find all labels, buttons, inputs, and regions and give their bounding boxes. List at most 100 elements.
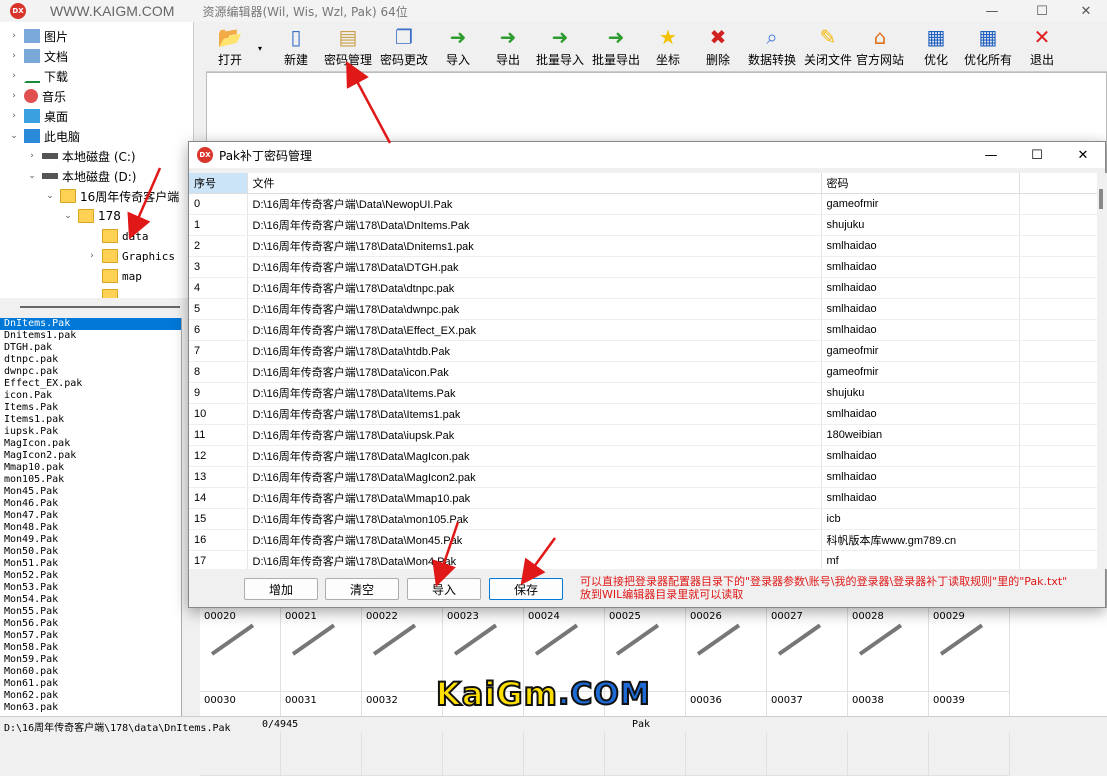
file-list-item[interactable]: Mon47.Pak xyxy=(0,510,181,522)
cell-index[interactable]: 15 xyxy=(189,508,248,530)
table-row[interactable]: 14 D:\16周年传奇客户端\178\Data\Mmap10.pak smlhai… xyxy=(189,487,1097,509)
toolbar-button-5[interactable]: ➜ 导出 xyxy=(496,25,520,70)
cell-file[interactable]: D:\16周年传奇客户端\178\Data\mon105.Pak xyxy=(247,508,822,530)
file-list-item[interactable]: Mon51.Pak xyxy=(0,558,181,570)
table-row[interactable]: 17 D:\16周年传奇客户端\178\Data\Mon4.Pak mf xyxy=(189,550,1097,569)
image-cell[interactable]: 00028 xyxy=(848,608,929,692)
expand-arrow-icon[interactable]: › xyxy=(8,71,20,81)
cell-password[interactable]: gameofmir xyxy=(821,340,1020,362)
table-row[interactable]: 9 D:\16周年传奇客户端\178\Data\Items.Pak shujuku xyxy=(189,382,1097,404)
tree-item-7[interactable]: ⌄ 本地磁盘 (D:) xyxy=(26,166,136,186)
cell-index[interactable]: 5 xyxy=(189,298,248,320)
expand-arrow-icon[interactable]: ⌄ xyxy=(8,131,20,141)
tree-item-5[interactable]: ⌄ 此电脑 xyxy=(8,126,80,146)
image-cell[interactable]: 00020 xyxy=(200,608,281,692)
expand-arrow-icon[interactable]: › xyxy=(86,251,98,261)
cell-password[interactable]: shujuku xyxy=(821,214,1020,236)
toolbar-button-8[interactable]: ★ 坐标 xyxy=(656,25,680,70)
table-row[interactable]: 3 D:\16周年传奇客户端\178\Data\DTGH.pak smlhaidao xyxy=(189,256,1097,278)
cell-password[interactable]: smlhaidao xyxy=(821,403,1020,425)
expand-arrow-icon[interactable]: › xyxy=(8,51,20,61)
table-row[interactable]: 0 D:\16周年传奇客户端\Data\NewopUI.Pak gameofmir xyxy=(189,193,1097,215)
cell-index[interactable]: 3 xyxy=(189,256,248,278)
toolbar-button-13[interactable]: ▦ 优化 xyxy=(924,25,948,70)
cell-password[interactable]: smlhaidao xyxy=(821,487,1020,509)
toolbar-button-3[interactable]: ❐ 密码更改 xyxy=(380,25,428,70)
image-cell[interactable]: 00031 xyxy=(281,692,362,776)
add-button[interactable]: 增加 xyxy=(244,578,318,600)
dialog-close-button[interactable]: ✕ xyxy=(1061,142,1105,168)
tree-item-9[interactable]: ⌄ 178 xyxy=(62,206,121,226)
toolbar-button-12[interactable]: ⌂ 官方网站 xyxy=(856,25,904,70)
cell-password[interactable]: smlhaidao xyxy=(821,298,1020,320)
cell-password[interactable]: smlhaidao xyxy=(821,256,1020,278)
table-row[interactable]: 1 D:\16周年传奇客户端\178\Data\DnItems.Pak shujuk… xyxy=(189,214,1097,236)
file-list-item[interactable]: Mon56.Pak xyxy=(0,618,181,630)
tree-item-4[interactable]: › 桌面 xyxy=(8,106,68,126)
table-row[interactable]: 16 D:\16周年传奇客户端\178\Data\Mon45.Pak 科帆版本库ww… xyxy=(189,529,1097,551)
tree-item-6[interactable]: › 本地磁盘 (C:) xyxy=(26,146,135,166)
table-row[interactable]: 10 D:\16周年传奇客户端\178\Data\Items1.pak smlhai… xyxy=(189,403,1097,425)
file-list-item[interactable]: Mon49.Pak xyxy=(0,534,181,546)
file-list-item[interactable]: DnItems.Pak xyxy=(0,318,181,330)
cell-file[interactable]: D:\16周年传奇客户端\Data\NewopUI.Pak xyxy=(247,193,822,215)
password-table[interactable]: 序号 文件 密码 0 D:\16周年传奇客户端\Data\NewopUI.Pak g… xyxy=(189,173,1097,569)
cell-index[interactable]: 13 xyxy=(189,466,248,488)
cell-index[interactable]: 12 xyxy=(189,445,248,467)
tree-item-1[interactable]: › 文档 xyxy=(8,46,68,66)
cell-index[interactable]: 9 xyxy=(189,382,248,404)
cell-password[interactable]: mf xyxy=(821,550,1020,569)
cell-file[interactable]: D:\16周年传奇客户端\178\Data\Effect_EX.pak xyxy=(247,319,822,341)
cell-file[interactable]: D:\16周年传奇客户端\178\Data\Dnitems1.pak xyxy=(247,235,822,257)
image-cell[interactable]: 00021 xyxy=(281,608,362,692)
toolbar-button-4[interactable]: ➜ 导入 xyxy=(446,25,470,70)
cell-password[interactable]: 180weibian xyxy=(821,424,1020,446)
toolbar-button-6[interactable]: ➜ 批量导入 xyxy=(536,25,584,70)
toolbar-button-9[interactable]: ✖ 删除 xyxy=(706,25,730,70)
cell-index[interactable]: 1 xyxy=(189,214,248,236)
cell-password[interactable]: smlhaidao xyxy=(821,235,1020,257)
cell-index[interactable]: 0 xyxy=(189,193,248,215)
header-password[interactable]: 密码 xyxy=(821,173,1020,194)
cell-password[interactable]: smlhaidao xyxy=(821,445,1020,467)
cell-file[interactable]: D:\16周年传奇客户端\178\Data\DnItems.Pak xyxy=(247,214,822,236)
file-list-item[interactable]: Items.Pak xyxy=(0,402,181,414)
file-list-item[interactable]: icon.Pak xyxy=(0,390,181,402)
header-file[interactable]: 文件 xyxy=(247,173,822,194)
expand-arrow-icon[interactable]: ⌄ xyxy=(62,211,74,221)
file-list-item[interactable]: Mon62.pak xyxy=(0,690,181,702)
file-list[interactable]: DnItems.Pak Dnitems1.pak DTGH.pak dtnpc.pak… xyxy=(0,318,182,716)
image-cell[interactable]: 00029 xyxy=(929,608,1010,692)
cell-password[interactable]: gameofmir xyxy=(821,361,1020,383)
file-list-item[interactable]: MagIcon.pak xyxy=(0,438,181,450)
file-list-item[interactable]: mon105.Pak xyxy=(0,474,181,486)
file-list-item[interactable]: dtnpc.pak xyxy=(0,354,181,366)
table-row[interactable]: 4 D:\16周年传奇客户端\178\Data\dtnpc.pak smlhaida… xyxy=(189,277,1097,299)
file-list-item[interactable]: Items1.pak xyxy=(0,414,181,426)
image-cell[interactable]: 00026 xyxy=(686,608,767,692)
cell-password[interactable]: gameofmir xyxy=(821,193,1020,215)
close-button[interactable]: ✕ xyxy=(1063,0,1107,22)
file-list-item[interactable]: Mon55.Pak xyxy=(0,606,181,618)
cell-password[interactable]: smlhaidao xyxy=(821,277,1020,299)
table-row[interactable]: 7 D:\16周年传奇客户端\178\Data\htdb.Pak gameofmir xyxy=(189,340,1097,362)
expand-arrow-icon[interactable]: › xyxy=(8,111,20,121)
cell-file[interactable]: D:\16周年传奇客户端\178\Data\Mon45.Pak xyxy=(247,529,822,551)
image-cell[interactable]: 00032 xyxy=(362,692,443,776)
file-list-item[interactable]: Mon46.Pak xyxy=(0,498,181,510)
image-cell[interactable]: 00037 xyxy=(767,692,848,776)
folder-tree[interactable]: › 图片 › 文档 › 下载 › 音乐 › 桌面 ⌄ 此电脑 › 本地磁盘 (C:) ⌄ 本地磁盘 (D:) ⌄… xyxy=(0,22,194,298)
cell-file[interactable]: D:\16周年传奇客户端\178\Data\htdb.Pak xyxy=(247,340,822,362)
file-list-item[interactable]: Effect_EX.pak xyxy=(0,378,181,390)
cell-index[interactable]: 14 xyxy=(189,487,248,509)
expand-arrow-icon[interactable]: ⌄ xyxy=(44,191,56,201)
cell-file[interactable]: D:\16周年传奇客户端\178\Data\Mmap10.pak xyxy=(247,487,822,509)
expand-arrow-icon[interactable]: › xyxy=(8,31,20,41)
save-button[interactable]: 保存 xyxy=(489,578,563,600)
maximize-button[interactable]: ☐ xyxy=(1019,0,1065,22)
cell-index[interactable]: 2 xyxy=(189,235,248,257)
toolbar-button-1[interactable]: ▯ 新建 xyxy=(284,25,308,70)
cell-file[interactable]: D:\16周年传奇客户端\178\Data\Items1.pak xyxy=(247,403,822,425)
cell-file[interactable]: D:\16周年传奇客户端\178\Data\dwnpc.pak xyxy=(247,298,822,320)
image-cell[interactable]: 00022 xyxy=(362,608,443,692)
